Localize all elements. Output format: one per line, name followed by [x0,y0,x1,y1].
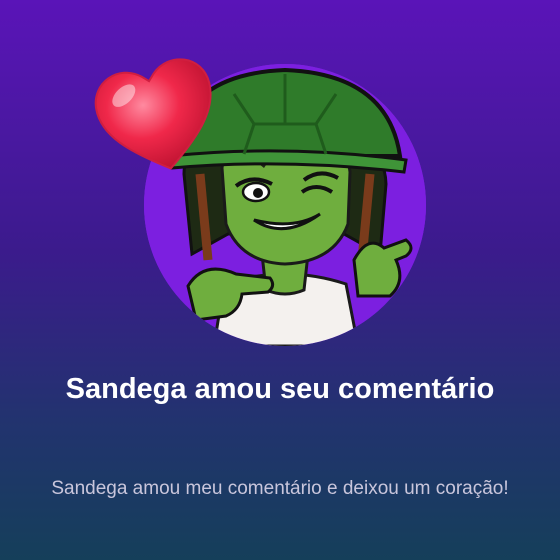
notification-title: Sandega amou seu comentário [65,373,495,405]
heart-icon [94,58,212,170]
notification-card: Sandega amou seu comentário Sandega amou… [0,0,560,560]
notification-description: Sandega amou meu comentário e deixou um … [51,478,509,499]
